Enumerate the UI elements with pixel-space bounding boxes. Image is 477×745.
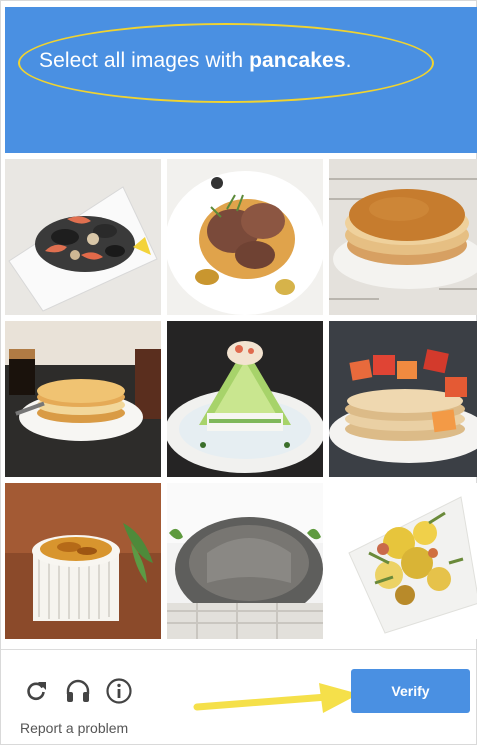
- highlight-ellipse: [18, 23, 434, 103]
- stone-planter-image: [167, 483, 323, 639]
- verify-label: Verify: [391, 683, 430, 699]
- image-tile-6[interactable]: [329, 321, 477, 477]
- image-tile-2[interactable]: [167, 159, 323, 315]
- image-tile-9[interactable]: [329, 483, 477, 639]
- image-grid: [5, 159, 477, 643]
- image-tile-4[interactable]: [5, 321, 161, 477]
- creme-brulee-image: [5, 483, 161, 639]
- report-problem-link[interactable]: Report a problem: [20, 720, 128, 736]
- sushi-image: [167, 321, 323, 477]
- headphones-icon[interactable]: [64, 677, 92, 705]
- image-tile-5[interactable]: [167, 321, 323, 477]
- image-tile-8[interactable]: [167, 483, 323, 639]
- pancakes-image: [329, 159, 477, 315]
- image-tile-3[interactable]: [329, 159, 477, 315]
- image-tile-1[interactable]: [5, 159, 161, 315]
- captcha-frame: Select all images with pancakes. Verify …: [0, 0, 477, 745]
- info-icon[interactable]: [105, 677, 133, 705]
- footer-divider: [1, 649, 477, 650]
- verify-button[interactable]: Verify: [351, 669, 470, 713]
- pancakes-coffee-image: [5, 321, 161, 477]
- flower-bouquet-image: [329, 483, 477, 639]
- image-tile-7[interactable]: [5, 483, 161, 639]
- pancakes-fruit-image: [329, 321, 477, 477]
- seafood-image: [5, 159, 161, 315]
- captcha-header: Select all images with pancakes.: [5, 7, 477, 153]
- meat-dish-image: [167, 159, 323, 315]
- reload-icon[interactable]: [22, 677, 50, 705]
- arrow-annotation-icon: [193, 683, 359, 713]
